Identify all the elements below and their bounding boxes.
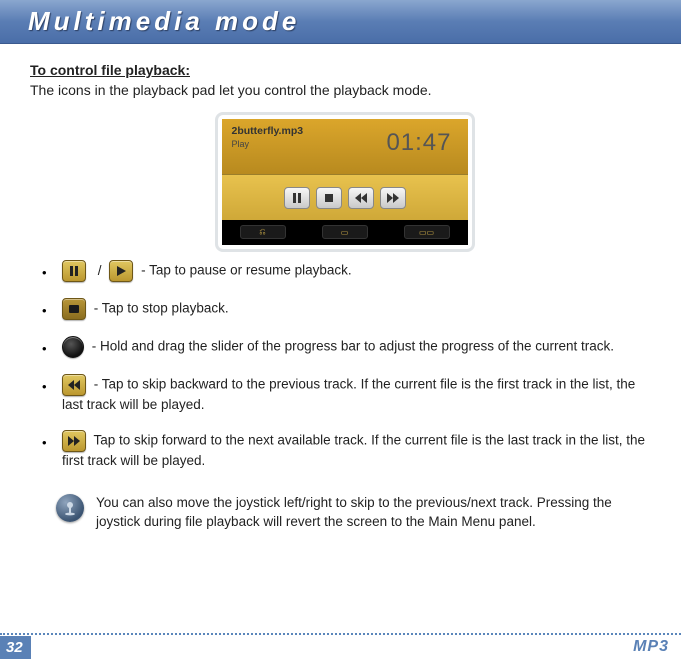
pause-icon: [62, 260, 86, 282]
softkey-mid: ▭: [322, 225, 368, 239]
softkey-left: ⎌: [240, 225, 286, 239]
pause-icon: [284, 187, 310, 209]
slider-knob-icon: [62, 336, 84, 358]
play-icon: [109, 260, 133, 282]
list-item-pause-play: / - Tap to pause or resume playback.: [56, 260, 659, 282]
player-screenshot: 2butterfly.mp3 Play 01:47 ⎌ ▭ ▭▭: [215, 112, 475, 252]
section-subhead: To control file playback:: [30, 62, 659, 78]
list-item-slider: - Hold and drag the slider of the progre…: [56, 336, 659, 358]
item-text: - Tap to stop playback.: [94, 301, 229, 316]
section-intro: The icons in the playback pad let you co…: [30, 82, 659, 98]
tip-text: You can also move the joystick left/righ…: [96, 494, 653, 530]
item-text: Tap to skip forward to the next availabl…: [62, 433, 645, 468]
item-text: - Tap to pause or resume playback.: [141, 263, 352, 278]
controls-list: / - Tap to pause or resume playback. - T…: [30, 260, 659, 470]
list-item-stop: - Tap to stop playback.: [56, 298, 659, 320]
content-area: To control file playback: The icons in t…: [0, 44, 681, 531]
item-text: - Tap to skip backward to the previous t…: [62, 377, 635, 412]
tip-block: You can also move the joystick left/righ…: [30, 486, 659, 530]
title-bar: Multimedia mode: [0, 0, 681, 44]
page-footer: 32 MP3: [0, 633, 681, 659]
forward-icon: [380, 187, 406, 209]
stop-icon: [62, 298, 86, 320]
list-item-next: Tap to skip forward to the next availabl…: [56, 430, 659, 470]
rewind-icon: [348, 187, 374, 209]
list-item-prev: - Tap to skip backward to the previous t…: [56, 374, 659, 414]
forward-icon: [62, 430, 86, 452]
footer-section-label: MP3: [633, 638, 669, 656]
separator: /: [98, 263, 102, 278]
page-number-badge: 32: [0, 636, 31, 659]
stop-icon: [316, 187, 342, 209]
elapsed-time: 01:47: [386, 131, 451, 155]
item-text: - Hold and drag the slider of the progre…: [92, 339, 614, 354]
rewind-icon: [62, 374, 86, 396]
page-title: Multimedia mode: [28, 6, 663, 37]
joystick-tip-icon: [56, 494, 84, 522]
softkey-right: ▭▭: [404, 225, 450, 239]
